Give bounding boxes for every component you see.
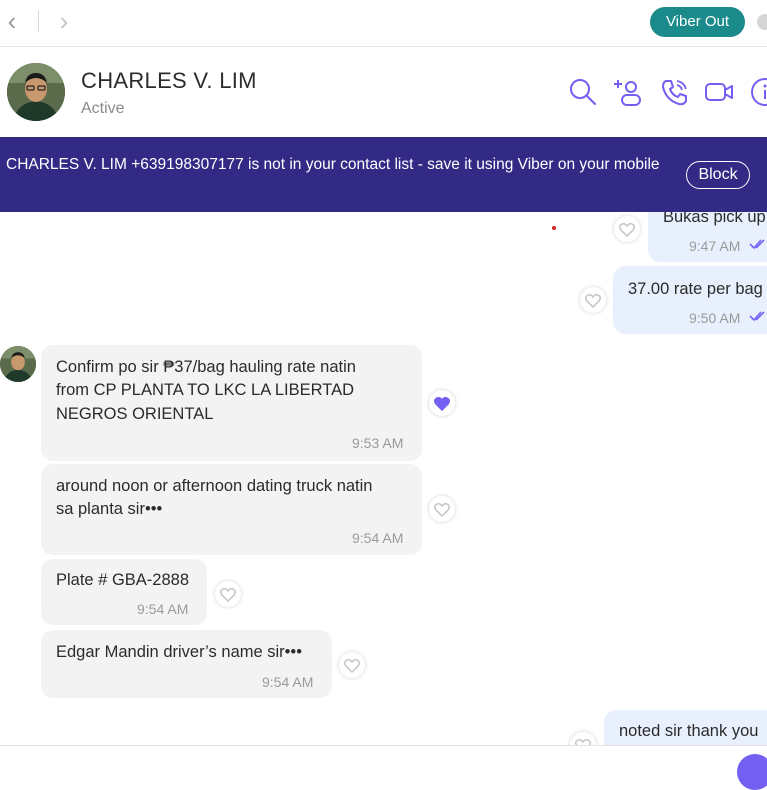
message-bubble-incoming[interactable]: Confirm po sir ₱37/bag hauling rate nati… [41, 345, 422, 461]
banner-text: CHARLES V. LIM +639198307177 is not in y… [6, 156, 660, 173]
message-text-line: Confirm po sir ₱37/bag hauling rate nati… [56, 358, 356, 376]
message-text: noted sir thank you [619, 722, 759, 740]
like-heart-icon[interactable] [215, 581, 241, 607]
message-bubble-incoming[interactable]: Plate # GBA-2888 9:54 AM [41, 559, 207, 625]
message-text: Bukas pick up [663, 212, 766, 226]
voice-call-icon[interactable] [660, 77, 690, 107]
block-button[interactable]: Block [686, 161, 750, 189]
message-bubble-outgoing[interactable]: 37.00 rate per bag 9:50 AM [613, 266, 767, 334]
message-text: Edgar Mandin driver’s name sir••• [56, 643, 302, 661]
like-heart-icon[interactable] [570, 732, 596, 746]
message-time: 9:50 AM [689, 310, 741, 326]
add-participant-icon[interactable] [614, 77, 644, 107]
chat-area[interactable]: Bukas pick up 9:47 AM 37.00 rate per bag… [0, 212, 767, 746]
avatar-photo [0, 346, 36, 382]
contact-avatar[interactable] [7, 63, 65, 121]
sender-avatar[interactable] [0, 346, 36, 382]
viber-out-button[interactable]: Viber Out [650, 7, 745, 37]
liked-heart-icon[interactable] [429, 390, 455, 416]
contact-name[interactable]: CHARLES V. LIM [81, 68, 257, 94]
like-heart-icon[interactable] [580, 287, 606, 313]
message-time: 9:47 AM [689, 238, 741, 254]
message-text-line: around noon or afternoon dating truck na… [56, 477, 373, 495]
message-text: 37.00 rate per bag [628, 280, 763, 298]
message-text-line: sa planta sir••• [56, 500, 163, 518]
nav-divider [38, 10, 39, 32]
message-bubble-incoming[interactable]: Edgar Mandin driver’s name sir••• 9:54 A… [41, 630, 332, 698]
message-bubble-incoming[interactable]: around noon or afternoon dating truck na… [41, 464, 422, 555]
info-icon[interactable] [750, 77, 767, 107]
message-bubble-outgoing[interactable]: noted sir thank you [604, 710, 767, 746]
seen-check-icon [749, 239, 765, 250]
compose-bar[interactable] [0, 746, 767, 760]
video-call-icon[interactable] [704, 77, 734, 107]
message-text-line: NEGROS ORIENTAL [56, 405, 214, 423]
message-bubble-outgoing[interactable]: Bukas pick up 9:47 AM [648, 212, 767, 262]
settings-icon[interactable] [757, 14, 767, 30]
forward-arrow-icon[interactable]: › [52, 8, 76, 34]
like-heart-icon[interactable] [614, 216, 640, 242]
message-time: 9:54 AM [262, 674, 314, 690]
message-text: Plate # GBA-2888 [56, 571, 189, 589]
back-arrow-icon[interactable]: ‹ [0, 8, 24, 34]
like-heart-icon[interactable] [339, 652, 365, 678]
message-time: 9:53 AM [352, 435, 404, 451]
search-icon[interactable] [568, 77, 598, 107]
contact-status: Active [81, 100, 125, 117]
send-button-icon[interactable] [737, 754, 767, 790]
like-heart-icon[interactable] [429, 496, 455, 522]
message-time: 9:54 AM [137, 601, 189, 617]
avatar-photo [7, 63, 65, 121]
message-time: 9:54 AM [352, 530, 404, 546]
message-text-line: from CP PLANTA TO LKC LA LIBERTAD [56, 381, 355, 399]
seen-check-icon [749, 311, 765, 322]
cursor-marker [552, 226, 556, 230]
